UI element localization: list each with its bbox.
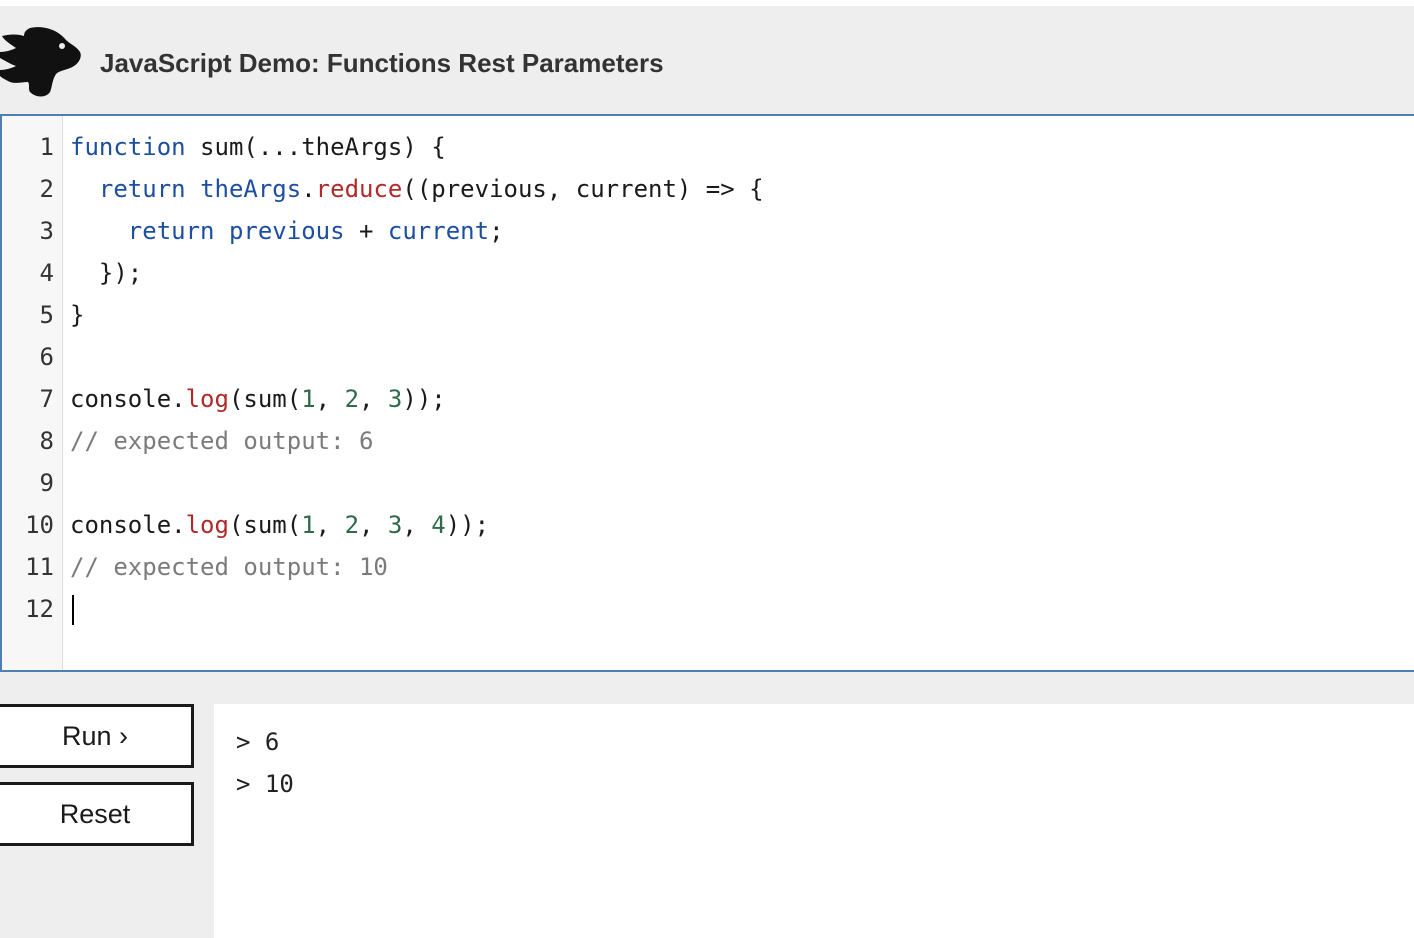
code-token: 2	[344, 385, 360, 413]
line-number: 4	[39, 259, 54, 287]
code-line[interactable]: return previous + current;	[70, 210, 504, 252]
code-token: 4	[431, 511, 446, 539]
code-token: log	[185, 385, 229, 413]
code-token: ));	[445, 511, 490, 539]
code-token: ));	[402, 385, 446, 413]
code-token: reduce	[315, 175, 403, 203]
line-number: 10	[25, 511, 54, 539]
code-token: 1	[301, 511, 316, 539]
code-token: ((previous, current) => {	[402, 175, 764, 203]
code-line[interactable]: console.log(sum(1, 2, 3, 4));	[70, 504, 489, 546]
code-token: (sum(	[228, 385, 302, 413]
code-token: function	[70, 133, 186, 161]
console-output-line: > 10	[236, 770, 294, 798]
code-token: 1	[301, 385, 316, 413]
code-token: previous	[228, 217, 345, 245]
code-line[interactable]: // expected output: 6	[70, 420, 373, 462]
dinosaur-logo-icon	[0, 26, 82, 98]
code-token: ,	[315, 511, 345, 539]
code-token: return	[127, 217, 215, 245]
line-number: 1	[39, 133, 54, 161]
code-line[interactable]: }	[70, 294, 84, 336]
code-token: current	[387, 217, 490, 245]
code-token: .	[301, 175, 316, 203]
code-token: ,	[359, 511, 388, 539]
code-token: theArgs	[200, 175, 302, 203]
code-token: 3	[387, 511, 403, 539]
code-token: (sum(	[228, 511, 302, 539]
code-token: ,	[359, 385, 388, 413]
demo-page: JavaScript Demo: Functions Rest Paramete…	[0, 0, 1414, 938]
console-output-line: > 6	[236, 728, 280, 756]
run-button[interactable]: Run ›	[0, 704, 194, 768]
code-editor[interactable]: 1 2 3 4 5 6 7 8 9 10 11 12 function sum(...theArgs)…	[0, 114, 1414, 672]
code-token: ,	[402, 511, 432, 539]
line-number-gutter: 1 2 3 4 5 6 7 8 9 10 11 12	[2, 116, 63, 670]
code-token: ,	[315, 385, 345, 413]
text-cursor	[72, 595, 74, 625]
code-token: 2	[344, 511, 360, 539]
line-number: 11	[25, 553, 54, 581]
code-token: // expected output: 6	[70, 427, 374, 455]
line-number: 3	[39, 217, 54, 245]
line-number: 9	[39, 469, 54, 497]
code-line[interactable]	[70, 588, 74, 630]
code-token: });	[70, 259, 143, 287]
code-token: }	[70, 301, 85, 329]
code-token: console.	[70, 385, 186, 413]
line-number: 5	[39, 301, 54, 329]
reset-button[interactable]: Reset	[0, 782, 194, 846]
line-number: 12	[25, 595, 54, 623]
code-token: log	[185, 511, 229, 539]
line-number: 8	[39, 427, 54, 455]
line-number: 7	[39, 385, 54, 413]
code-token: console.	[70, 511, 186, 539]
code-token: 3	[387, 385, 403, 413]
code-token: +	[344, 217, 388, 245]
console-output: > 6 > 10	[214, 704, 1414, 938]
page-title: JavaScript Demo: Functions Rest Paramete…	[100, 48, 664, 78]
code-token: return	[98, 175, 186, 203]
header: JavaScript Demo: Functions Rest Paramete…	[0, 6, 1414, 114]
code-line[interactable]: console.log(sum(1, 2, 3));	[70, 378, 446, 420]
code-token: ;	[489, 217, 504, 245]
controls-panel: Run › Reset > 6 > 10	[0, 672, 1414, 938]
code-token: sum(...theArgs) {	[185, 133, 446, 161]
code-token: // expected output: 10	[70, 553, 388, 581]
code-line[interactable]: });	[70, 252, 142, 294]
line-number: 6	[39, 343, 54, 371]
code-line[interactable]: return theArgs.reduce((previous, current…	[70, 168, 764, 210]
line-number: 2	[39, 175, 54, 203]
code-line[interactable]: function sum(...theArgs) {	[70, 126, 446, 168]
code-line[interactable]: // expected output: 10	[70, 546, 388, 588]
